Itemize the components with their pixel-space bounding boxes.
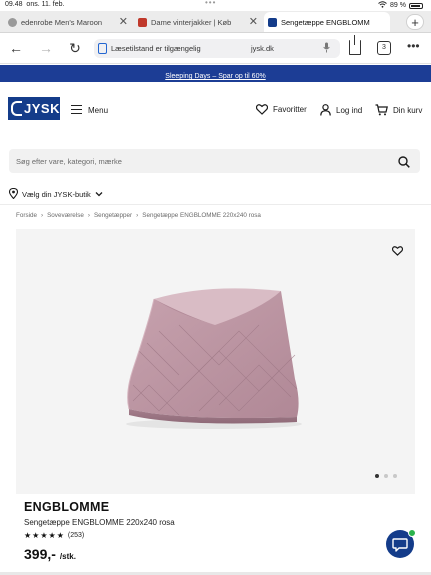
jysk-logo[interactable]: JYSK (8, 97, 60, 120)
product-image (126, 288, 302, 429)
tab-title: Dame vinterjakker | Køb (151, 17, 232, 27)
tab-favicon-icon (268, 17, 277, 27)
browser-tab[interactable]: edenrobe Men's Maroon ✕ (8, 12, 132, 32)
heart-icon (256, 104, 268, 115)
breadcrumb-item[interactable]: Forside (16, 212, 37, 219)
close-tab-icon[interactable]: ✕ (249, 15, 258, 28)
login-button[interactable]: Log ind (320, 104, 362, 116)
breadcrumb-separator: › (136, 212, 139, 219)
gallery-pagination (375, 474, 397, 478)
breadcrumb-separator: › (41, 212, 44, 219)
promo-link[interactable]: Sleeping Days – Spar op til 60% (165, 73, 265, 80)
chevron-down-icon (95, 190, 103, 199)
tab-favicon-icon (138, 17, 147, 27)
star-icon: ★ (56, 531, 64, 540)
gallery-dot[interactable] (375, 474, 379, 478)
breadcrumb-item[interactable]: Sengetæpper (94, 212, 132, 219)
product-rating[interactable]: ★ ★ ★ ★ ★ (253) (24, 531, 84, 540)
menu-icon[interactable] (71, 105, 82, 114)
cart-label: Din kurv (393, 105, 423, 115)
browser-tab[interactable]: Dame vinterjakker | Køb ✕ (138, 12, 262, 32)
back-icon[interactable]: ← (8, 40, 24, 56)
close-tab-icon[interactable]: ✕ (119, 15, 128, 28)
status-indicators: 89 % (378, 1, 423, 10)
review-count[interactable]: (253) (68, 532, 84, 539)
store-selector-label: Vælg din JYSK-butik (22, 190, 91, 199)
status-time: 09.48 ons. 11. feb. (5, 1, 65, 8)
divider (0, 204, 431, 205)
tab-favicon-icon (8, 17, 17, 27)
breadcrumb-item[interactable]: Soveværelse (47, 212, 84, 219)
browser-tab-active[interactable]: Sengetæppe ENGBLOMM (264, 12, 390, 32)
url-text: jysk.dk (251, 44, 274, 53)
store-selector[interactable]: Vælg din JYSK-butik (8, 187, 103, 201)
new-tab-button[interactable]: + (406, 14, 424, 30)
chat-button[interactable] (386, 529, 416, 558)
cart-icon (375, 104, 388, 116)
add-to-favorites-heart-icon[interactable] (391, 243, 404, 261)
breadcrumb-current: Sengetæppe ENGBLOMME 220x240 rosa (142, 212, 261, 219)
product-price: 399,- /stk. (24, 546, 76, 562)
favorites-button[interactable]: Favoritter (256, 104, 307, 115)
gallery-dot[interactable] (393, 474, 397, 478)
reader-mode-label: Læsetilstand er tilgængelig (111, 44, 201, 53)
cart-button[interactable]: Din kurv (375, 104, 422, 116)
more-options-icon[interactable]: ••• (407, 39, 420, 53)
share-icon[interactable] (349, 35, 361, 55)
search-input[interactable]: Søg efter vare, kategori, mærke (9, 149, 420, 173)
promo-banner[interactable]: Sleeping Days – Spar op til 60% (0, 65, 431, 82)
reload-icon[interactable]: ↻ (67, 40, 83, 56)
star-icon: ★ (48, 531, 56, 540)
product-gallery[interactable] (16, 229, 415, 494)
tab-overview-button[interactable]: 3 (377, 41, 391, 55)
forward-icon[interactable]: → (38, 40, 54, 56)
battery-percent: 89 % (390, 2, 406, 9)
price-unit: /stk. (59, 552, 76, 561)
wifi-icon (378, 1, 387, 10)
tab-title: Sengetæppe ENGBLOMM (281, 17, 370, 27)
breadcrumb-separator: › (87, 212, 90, 219)
breadcrumb: Forside › Soveværelse › Sengetæpper › Se… (16, 212, 261, 219)
battery-icon (409, 2, 423, 9)
logo-bird-icon (11, 101, 22, 116)
product-brand: ENGBLOMME (24, 500, 110, 514)
search-placeholder: Søg efter vare, kategori, mærke (16, 157, 122, 166)
menu-button[interactable]: Menu (88, 106, 108, 115)
multitasking-dots[interactable]: ••• (205, 0, 216, 7)
star-icon: ★ (40, 531, 48, 540)
favorites-label: Favoritter (273, 105, 307, 114)
star-icon: ★ (24, 531, 32, 540)
login-label: Log ind (336, 105, 363, 115)
microphone-icon[interactable] (323, 42, 330, 56)
search-icon[interactable] (398, 155, 410, 173)
gallery-dot[interactable] (384, 474, 388, 478)
price-amount: 399,- (24, 546, 56, 562)
reader-mode-icon[interactable] (98, 43, 107, 54)
browser-tab-bar: edenrobe Men's Maroon ✕ Dame vinterjakke… (0, 11, 431, 33)
browser-toolbar: ← → ↻ Læsetilstand er tilgængelig jysk.d… (0, 33, 431, 64)
product-name: Sengetæppe ENGBLOMME 220x240 rosa (24, 518, 175, 527)
status-bar: 09.48 ons. 11. feb. ••• 89 % (0, 0, 431, 11)
address-bar[interactable]: Læsetilstand er tilgængelig jysk.dk (94, 39, 340, 58)
location-pin-icon (8, 187, 19, 201)
star-icon: ★ (32, 531, 40, 540)
user-icon (320, 104, 331, 116)
tab-title: edenrobe Men's Maroon (21, 17, 103, 27)
site-header: JYSK Menu Favoritter Log ind Din kurv (0, 92, 431, 132)
online-badge (408, 529, 416, 537)
